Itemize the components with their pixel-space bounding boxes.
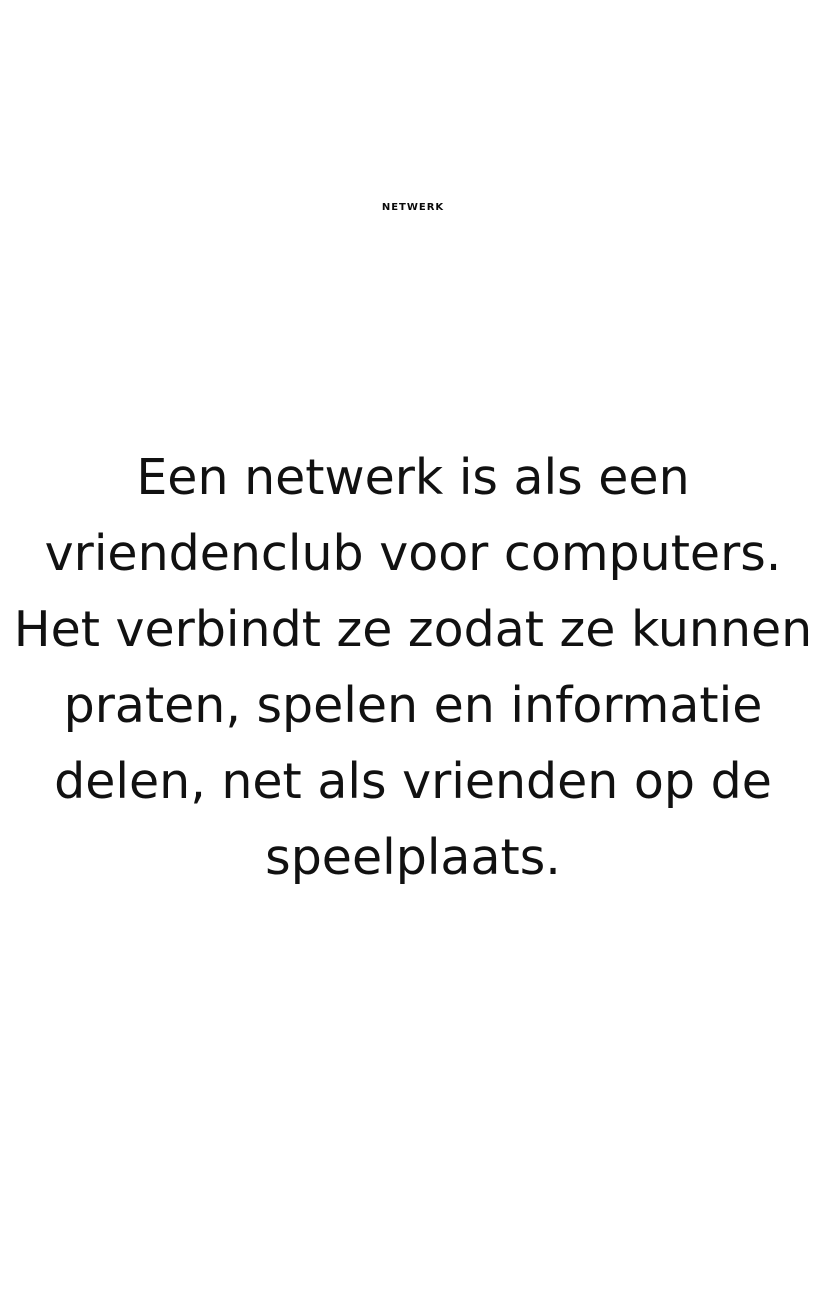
description-line-6: speelplaats. <box>265 829 561 886</box>
page-title: NETWERK <box>381 202 445 213</box>
description-text: Een netwerk is als een vriendenclub voor… <box>0 440 826 896</box>
description-line-4: praten, spelen en informatie <box>63 677 763 734</box>
info-card: NETWERK Een netwerk is als een vriendenc… <box>0 0 826 1299</box>
description-line-1: Een netwerk is als een <box>136 449 690 506</box>
description-line-2: vriendenclub voor computers. <box>44 525 782 582</box>
description-line-5: delen, net als vrienden op de <box>54 753 772 810</box>
description-line-3: Het verbindt ze zodat ze kunnen <box>13 601 813 658</box>
